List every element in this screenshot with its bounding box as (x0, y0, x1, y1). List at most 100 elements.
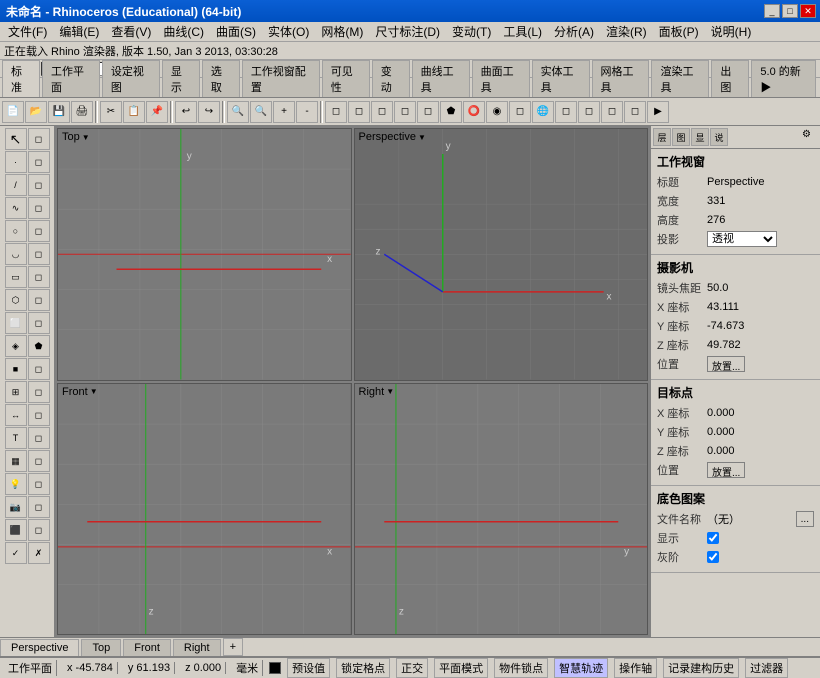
menu-render[interactable]: 渲染(R) (600, 21, 653, 42)
tool-camera2[interactable]: ◻ (28, 496, 50, 518)
tb-zoom-window[interactable]: 🔍 (250, 101, 272, 123)
tab-mesh-tools[interactable]: 网格工具 (592, 60, 650, 97)
tool-hatch1[interactable]: ▦ (5, 450, 27, 472)
tab-print[interactable]: 出图 (711, 60, 749, 97)
tb-btn6[interactable]: ⬟ (440, 101, 462, 123)
tb-print[interactable]: 🖨 (71, 101, 93, 123)
tool-solid1[interactable]: ■ (5, 358, 27, 380)
tool-rect[interactable]: ▭ (5, 266, 27, 288)
tb-btn15[interactable]: ▶ (647, 101, 669, 123)
tb-zoom-in[interactable]: + (273, 101, 295, 123)
viewport-right-dropdown-icon[interactable]: ▼ (386, 387, 394, 396)
check-show[interactable] (707, 532, 719, 544)
tool-surface[interactable]: ⬜ (5, 312, 27, 334)
tool-circle2[interactable]: ◻ (28, 220, 50, 242)
tool-poly[interactable]: ⬡ (5, 289, 27, 311)
tb-zoom-extents[interactable]: 🔍 (227, 101, 249, 123)
tb-btn7[interactable]: ⭕ (463, 101, 485, 123)
tab-new50[interactable]: 5.0 的新▶ (751, 60, 816, 97)
bottom-tab-perspective[interactable]: Perspective (0, 639, 79, 656)
tool-line[interactable]: / (5, 174, 27, 196)
status-snap[interactable]: 锁定格点 (336, 658, 390, 678)
gear-icon[interactable]: ⚙ (802, 129, 818, 145)
tool-dim1[interactable]: ↔ (5, 404, 27, 426)
status-osnap[interactable]: 物件锁点 (494, 658, 548, 678)
select-projection[interactable]: 透视 平行 (707, 231, 777, 247)
tb-btn9[interactable]: ◻ (509, 101, 531, 123)
tool-text2[interactable]: ◻ (28, 427, 50, 449)
check-grayscale[interactable] (707, 551, 719, 563)
tool-dim2[interactable]: ◻ (28, 404, 50, 426)
tb-new[interactable]: 📄 (2, 101, 24, 123)
tb-btn8[interactable]: ◉ (486, 101, 508, 123)
tb-cut[interactable]: ✂ (100, 101, 122, 123)
viewport-front-label[interactable]: Front ▼ (62, 386, 98, 398)
menu-view[interactable]: 查看(V) (105, 21, 157, 42)
status-preset[interactable]: 预设值 (287, 658, 330, 678)
tb-copy[interactable]: 📋 (123, 101, 145, 123)
tab-setview[interactable]: 设定视图 (102, 60, 160, 97)
menu-file[interactable]: 文件(F) (2, 21, 53, 42)
tb-open[interactable]: 📂 (25, 101, 47, 123)
tool-circle[interactable]: ○ (5, 220, 27, 242)
menu-analysis[interactable]: 分析(A) (548, 21, 600, 42)
tool-extra2[interactable]: ◻ (28, 519, 50, 541)
rp-tab-layers[interactable]: 层 (653, 128, 671, 146)
viewport-perspective[interactable]: Perspective ▼ (354, 128, 649, 381)
tab-display[interactable]: 显示 (162, 60, 200, 97)
tool-point2[interactable]: ◻ (28, 151, 50, 173)
tool-curve[interactable]: ∿ (5, 197, 27, 219)
tb-btn1[interactable]: ◻ (325, 101, 347, 123)
viewport-perspective-label[interactable]: Perspective ▼ (359, 131, 426, 143)
tool-3d1[interactable]: ◈ (5, 335, 27, 357)
tb-btn3[interactable]: ◻ (371, 101, 393, 123)
close-button[interactable]: ✕ (800, 4, 816, 18)
tool-select2[interactable]: ◻ (28, 128, 50, 150)
tb-zoom-out[interactable]: - (296, 101, 318, 123)
tool-extra1[interactable]: ⬛ (5, 519, 27, 541)
bottom-tab-add[interactable]: + (223, 638, 243, 656)
tool-arc[interactable]: ◡ (5, 243, 27, 265)
viewport-top-label[interactable]: Top ▼ (62, 131, 90, 143)
tb-btn10[interactable]: 🌐 (532, 101, 554, 123)
tb-btn12[interactable]: ◻ (578, 101, 600, 123)
viewport-front[interactable]: Front ▼ (57, 383, 352, 636)
bottom-tab-front[interactable]: Front (123, 639, 171, 656)
tab-transform[interactable]: 变动 (372, 60, 410, 97)
status-gumball[interactable]: 操作轴 (614, 658, 657, 678)
tool-3d2[interactable]: ⬟ (28, 335, 50, 357)
tab-visibility[interactable]: 可见性 (322, 60, 370, 97)
menu-edit[interactable]: 编辑(E) (53, 21, 105, 42)
menu-dim[interactable]: 尺寸标注(D) (369, 21, 446, 42)
bottom-tab-right[interactable]: Right (173, 639, 221, 656)
tool-point[interactable]: · (5, 151, 27, 173)
status-ortho[interactable]: 正交 (396, 658, 428, 678)
tool-select[interactable]: ↖ (5, 128, 27, 150)
tool-poly2[interactable]: ◻ (28, 289, 50, 311)
status-smarttrack[interactable]: 智慧轨迹 (554, 658, 608, 678)
tab-viewport-layout[interactable]: 工作视窗配置 (242, 60, 320, 97)
viewport-front-dropdown-icon[interactable]: ▼ (90, 387, 98, 396)
tb-btn13[interactable]: ◻ (601, 101, 623, 123)
tool-solid2[interactable]: ◻ (28, 358, 50, 380)
status-planar[interactable]: 平面模式 (434, 658, 488, 678)
status-filter[interactable]: 过滤器 (745, 658, 788, 678)
tool-mesh2[interactable]: ◻ (28, 381, 50, 403)
menu-panel[interactable]: 面板(P) (653, 21, 705, 42)
tool-camera1[interactable]: 📷 (5, 496, 27, 518)
viewport-top[interactable]: Top ▼ (57, 128, 352, 381)
tool-rect2[interactable]: ◻ (28, 266, 50, 288)
menu-tools[interactable]: 工具(L) (497, 21, 548, 42)
tb-btn5[interactable]: ◻ (417, 101, 439, 123)
tb-btn14[interactable]: ◻ (624, 101, 646, 123)
tab-surface-tools[interactable]: 曲面工具 (472, 60, 530, 97)
tb-paste[interactable]: 📌 (146, 101, 168, 123)
tb-btn11[interactable]: ◻ (555, 101, 577, 123)
tool-check1[interactable]: ✓ (5, 542, 27, 564)
tool-text1[interactable]: T (5, 427, 27, 449)
tab-solid-tools[interactable]: 实体工具 (532, 60, 590, 97)
menu-transform[interactable]: 变动(T) (446, 21, 497, 42)
tool-arc2[interactable]: ◻ (28, 243, 50, 265)
tool-surface2[interactable]: ◻ (28, 312, 50, 334)
btn-cam-place[interactable]: 放置... (707, 356, 745, 372)
